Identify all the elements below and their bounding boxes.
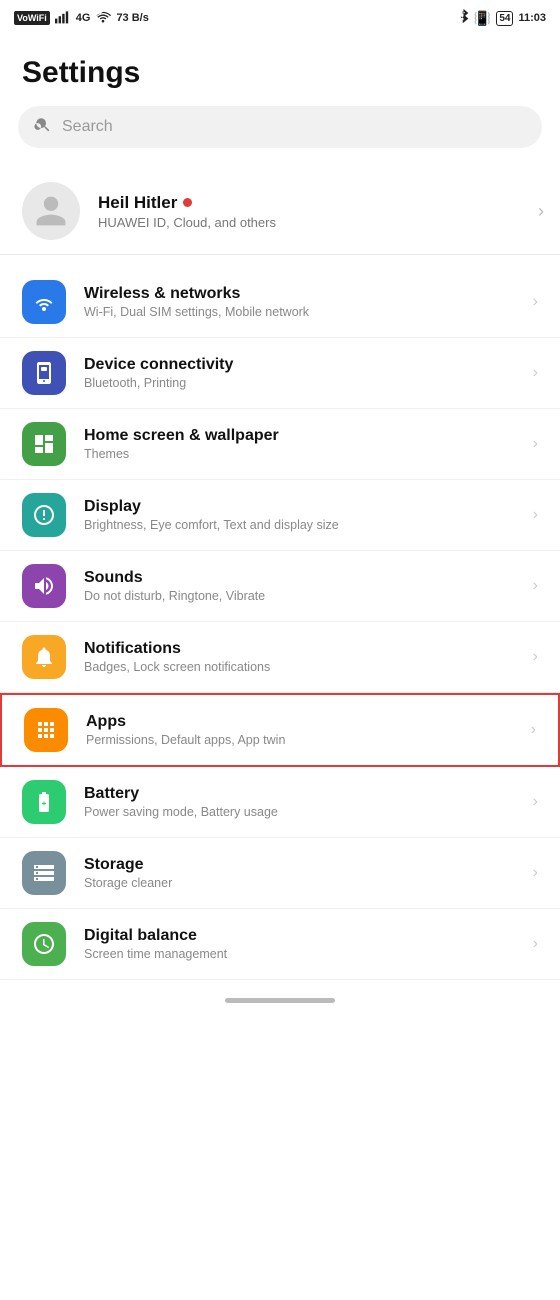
display-icon [22, 493, 66, 537]
signal-strength [55, 10, 71, 27]
wireless-subtitle: Wi-Fi, Dual SIM settings, Mobile network [84, 305, 515, 319]
battery-title: Battery [84, 785, 515, 803]
wireless-chevron-icon: › [533, 293, 538, 311]
storage-icon [22, 851, 66, 895]
home-bar [225, 998, 335, 1003]
page-title: Settings [0, 36, 560, 106]
storage-title: Storage [84, 856, 515, 874]
network-type: 4G [76, 12, 91, 24]
time-display: 11:03 [518, 12, 546, 24]
storage-subtitle: Storage cleaner [84, 876, 515, 890]
vibrate-icon: 📳 [474, 10, 491, 27]
digitalbalance-text: Digital balance Screen time management [84, 927, 515, 961]
apps-subtitle: Permissions, Default apps, App twin [86, 733, 513, 747]
search-bar[interactable]: Search [18, 106, 542, 148]
sounds-subtitle: Do not disturb, Ringtone, Vibrate [84, 589, 515, 603]
settings-list: Wireless & networks Wi-Fi, Dual SIM sett… [0, 267, 560, 980]
search-icon [34, 116, 52, 138]
apps-chevron-icon: › [531, 721, 536, 739]
profile-chevron-icon: › [538, 201, 544, 222]
display-title: Display [84, 498, 515, 516]
digitalbalance-title: Digital balance [84, 927, 515, 945]
avatar [22, 182, 80, 240]
homescreen-title: Home screen & wallpaper [84, 427, 515, 445]
notifications-chevron-icon: › [533, 648, 538, 666]
online-dot [183, 198, 192, 207]
notifications-icon [22, 635, 66, 679]
battery-text: Battery Power saving mode, Battery usage [84, 785, 515, 819]
homescreen-subtitle: Themes [84, 447, 515, 461]
sounds-chevron-icon: › [533, 577, 538, 595]
homescreen-icon [22, 422, 66, 466]
wireless-text: Wireless & networks Wi-Fi, Dual SIM sett… [84, 285, 515, 319]
settings-item-wireless[interactable]: Wireless & networks Wi-Fi, Dual SIM sett… [0, 267, 560, 338]
digitalbalance-icon [22, 922, 66, 966]
status-right: 📳 54 11:03 [458, 9, 546, 28]
settings-item-battery[interactable]: Battery Power saving mode, Battery usage… [0, 767, 560, 838]
device-title: Device connectivity [84, 356, 515, 374]
settings-item-sounds[interactable]: Sounds Do not disturb, Ringtone, Vibrate… [0, 551, 560, 622]
display-text: Display Brightness, Eye comfort, Text an… [84, 498, 515, 532]
sounds-text: Sounds Do not disturb, Ringtone, Vibrate [84, 569, 515, 603]
apps-text: Apps Permissions, Default apps, App twin [86, 713, 513, 747]
sounds-title: Sounds [84, 569, 515, 587]
battery-icon [22, 780, 66, 824]
apps-icon [24, 708, 68, 752]
battery-chevron-icon: › [533, 793, 538, 811]
display-chevron-icon: › [533, 506, 538, 524]
user-subtitle: HUAWEI ID, Cloud, and others [98, 215, 276, 230]
apps-title: Apps [86, 713, 513, 731]
notifications-text: Notifications Badges, Lock screen notifi… [84, 640, 515, 674]
digitalbalance-chevron-icon: › [533, 935, 538, 953]
settings-item-device[interactable]: Device connectivity Bluetooth, Printing … [0, 338, 560, 409]
battery-indicator: 54 [496, 11, 513, 26]
device-chevron-icon: › [533, 364, 538, 382]
settings-item-digitalbalance[interactable]: Digital balance Screen time management › [0, 909, 560, 980]
network-speed: 73 B/s [116, 12, 148, 24]
status-left: VoWiFi 4G 73 B/s [14, 10, 149, 27]
storage-text: Storage Storage cleaner [84, 856, 515, 890]
storage-chevron-icon: › [533, 864, 538, 882]
wireless-icon [22, 280, 66, 324]
device-icon [22, 351, 66, 395]
vowifi-label: VoWiFi [14, 11, 50, 25]
battery-subtitle: Power saving mode, Battery usage [84, 805, 515, 819]
notifications-subtitle: Badges, Lock screen notifications [84, 660, 515, 674]
display-subtitle: Brightness, Eye comfort, Text and displa… [84, 518, 515, 532]
sounds-icon [22, 564, 66, 608]
device-subtitle: Bluetooth, Printing [84, 376, 515, 390]
device-text: Device connectivity Bluetooth, Printing [84, 356, 515, 390]
notifications-title: Notifications [84, 640, 515, 658]
search-placeholder: Search [62, 118, 113, 136]
status-bar: VoWiFi 4G 73 B/s 📳 54 11:03 [0, 0, 560, 36]
digitalbalance-subtitle: Screen time management [84, 947, 515, 961]
bluetooth-icon [458, 9, 469, 28]
user-info: Heil Hitler HUAWEI ID, Cloud, and others [98, 193, 276, 230]
homescreen-text: Home screen & wallpaper Themes [84, 427, 515, 461]
settings-item-apps[interactable]: Apps Permissions, Default apps, App twin… [0, 693, 560, 767]
user-profile[interactable]: Heil Hitler HUAWEI ID, Cloud, and others… [0, 168, 560, 255]
homescreen-chevron-icon: › [533, 435, 538, 453]
user-name: Heil Hitler [98, 193, 276, 213]
settings-item-display[interactable]: Display Brightness, Eye comfort, Text an… [0, 480, 560, 551]
home-indicator [0, 980, 560, 1015]
wifi-icon [95, 10, 111, 26]
battery-level: 54 [499, 13, 510, 24]
wireless-title: Wireless & networks [84, 285, 515, 303]
settings-item-storage[interactable]: Storage Storage cleaner › [0, 838, 560, 909]
settings-item-notifications[interactable]: Notifications Badges, Lock screen notifi… [0, 622, 560, 693]
settings-item-homescreen[interactable]: Home screen & wallpaper Themes › [0, 409, 560, 480]
